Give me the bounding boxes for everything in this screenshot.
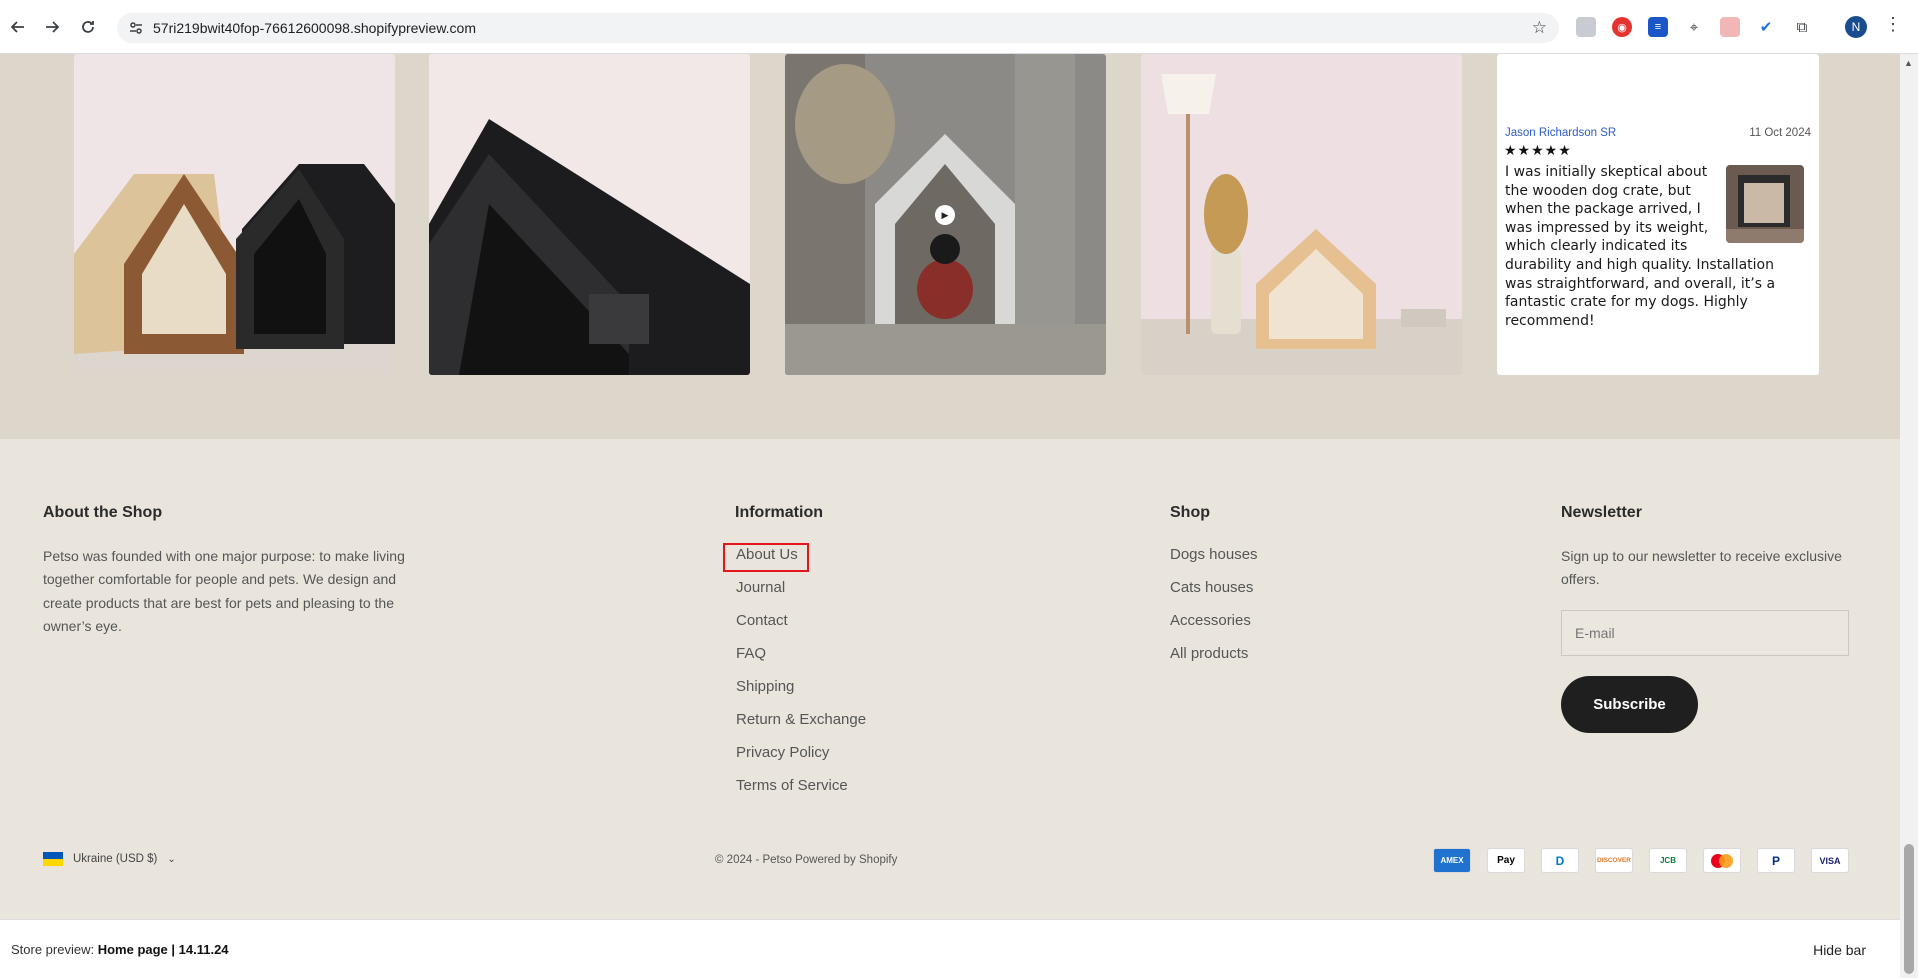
location-pin-icon[interactable]: ⌖ bbox=[1684, 17, 1704, 37]
extension-icon[interactable] bbox=[1720, 17, 1740, 37]
profile-avatar[interactable]: N bbox=[1845, 16, 1867, 38]
footer-link-accessories[interactable]: Accessories bbox=[1170, 612, 1251, 629]
hide-bar-button[interactable]: Hide bar bbox=[1813, 942, 1866, 958]
gallery-video[interactable]: ▶ bbox=[785, 54, 1106, 375]
email-field[interactable] bbox=[1561, 610, 1849, 656]
extension-icon[interactable]: ◉ bbox=[1612, 17, 1632, 37]
review-stars: ★★★★★ bbox=[1504, 142, 1572, 158]
footer-link-return-exchange[interactable]: Return & Exchange bbox=[736, 711, 866, 728]
review-photo[interactable] bbox=[1726, 165, 1804, 243]
newsletter-text: Sign up to our newsletter to receive exc… bbox=[1561, 548, 1842, 588]
amex-payment-icon: AMEX bbox=[1433, 848, 1471, 873]
gallery-image[interactable] bbox=[429, 54, 750, 375]
extension-icon[interactable]: ≡ bbox=[1648, 17, 1668, 37]
footer-link-terms-of-service[interactable]: Terms of Service bbox=[736, 777, 848, 794]
footer-link-privacy-policy[interactable]: Privacy Policy bbox=[736, 744, 829, 761]
review-date: 11 Oct 2024 bbox=[1749, 127, 1811, 139]
browser-toolbar: 57ri219bwit40fop-76612600098.shopifyprev… bbox=[0, 0, 1918, 54]
discover-payment-icon: DISCOVER bbox=[1595, 848, 1633, 873]
extension-icon[interactable]: ✔ bbox=[1756, 17, 1776, 37]
play-icon[interactable]: ▶ bbox=[935, 205, 955, 225]
paypal-payment-icon: P bbox=[1757, 848, 1795, 873]
scroll-up-icon[interactable]: ▲ bbox=[1904, 58, 1913, 68]
footer-about-text: Petso was founded with one major purpose… bbox=[43, 548, 405, 634]
footer-link-dogs-houses[interactable]: Dogs houses bbox=[1170, 546, 1258, 563]
footer-newsletter-title: Newsletter bbox=[1561, 504, 1642, 521]
footer-link-about-us[interactable]: About Us bbox=[736, 546, 798, 563]
gallery-image[interactable] bbox=[1141, 54, 1462, 375]
jcb-payment-icon: JCB bbox=[1649, 848, 1687, 873]
mastercard-payment-icon bbox=[1703, 848, 1741, 873]
back-icon[interactable] bbox=[6, 15, 30, 39]
review-card: Jason Richardson SR 11 Oct 2024 ★★★★★ I … bbox=[1497, 54, 1819, 375]
gallery-section: ▶ Jason Richardson SR 11 Oct 2024 ★★★★★ … bbox=[0, 54, 1900, 439]
footer-link-faq[interactable]: FAQ bbox=[736, 645, 766, 662]
subscribe-button[interactable]: Subscribe bbox=[1561, 676, 1698, 733]
preview-prefix: Store preview: bbox=[11, 942, 95, 957]
puzzle-icon[interactable]: ⧉ bbox=[1792, 17, 1812, 37]
review-author[interactable]: Jason Richardson SR bbox=[1505, 127, 1616, 139]
extension-icon[interactable] bbox=[1576, 17, 1596, 37]
email-input[interactable] bbox=[1562, 611, 1848, 655]
footer-link-contact[interactable]: Contact bbox=[736, 612, 788, 629]
menu-kebab-icon[interactable]: ⋮ bbox=[1884, 14, 1902, 35]
url-text[interactable]: 57ri219bwit40fop-76612600098.shopifyprev… bbox=[153, 20, 476, 36]
gallery-image[interactable] bbox=[74, 54, 395, 375]
scroll-thumb[interactable] bbox=[1904, 844, 1914, 974]
preview-label: Store preview: Home page | 14.11.24 bbox=[11, 942, 229, 957]
site-settings-icon[interactable] bbox=[127, 19, 145, 37]
visa-payment-icon: VISA bbox=[1811, 848, 1849, 873]
country-selector[interactable]: Ukraine (USD $) ⌄ bbox=[43, 852, 176, 866]
store-preview-bar: Store preview: Home page | 14.11.24 Hide… bbox=[0, 919, 1900, 978]
country-label[interactable]: Ukraine (USD $) bbox=[73, 853, 157, 865]
copyright: © 2024 - Petso Powered by Shopify bbox=[715, 854, 898, 866]
page-scrollbar[interactable]: ▲ bbox=[1900, 54, 1918, 978]
preview-name: Home page | 14.11.24 bbox=[97, 942, 229, 957]
footer-shop-title: Shop bbox=[1170, 504, 1210, 521]
site-footer: About the Shop Petso was founded with on… bbox=[0, 439, 1900, 919]
reload-icon[interactable] bbox=[76, 15, 100, 39]
apple-pay-payment-icon: Pay bbox=[1487, 848, 1525, 873]
ukraine-flag-icon bbox=[43, 852, 63, 866]
forward-icon[interactable] bbox=[40, 15, 64, 39]
diners-payment-icon: D bbox=[1541, 848, 1579, 873]
bookmark-star-icon[interactable]: ☆ bbox=[1532, 18, 1547, 38]
footer-about-title: About the Shop bbox=[43, 504, 163, 521]
footer-information-title: Information bbox=[735, 504, 823, 521]
footer-link-shipping[interactable]: Shipping bbox=[736, 678, 794, 695]
footer-link-journal[interactable]: Journal bbox=[736, 579, 785, 596]
footer-link-all-products[interactable]: All products bbox=[1170, 645, 1248, 662]
address-bar[interactable]: 57ri219bwit40fop-76612600098.shopifyprev… bbox=[117, 13, 1559, 43]
chevron-down-icon[interactable]: ⌄ bbox=[167, 854, 175, 865]
footer-link-cats-houses[interactable]: Cats houses bbox=[1170, 579, 1253, 596]
